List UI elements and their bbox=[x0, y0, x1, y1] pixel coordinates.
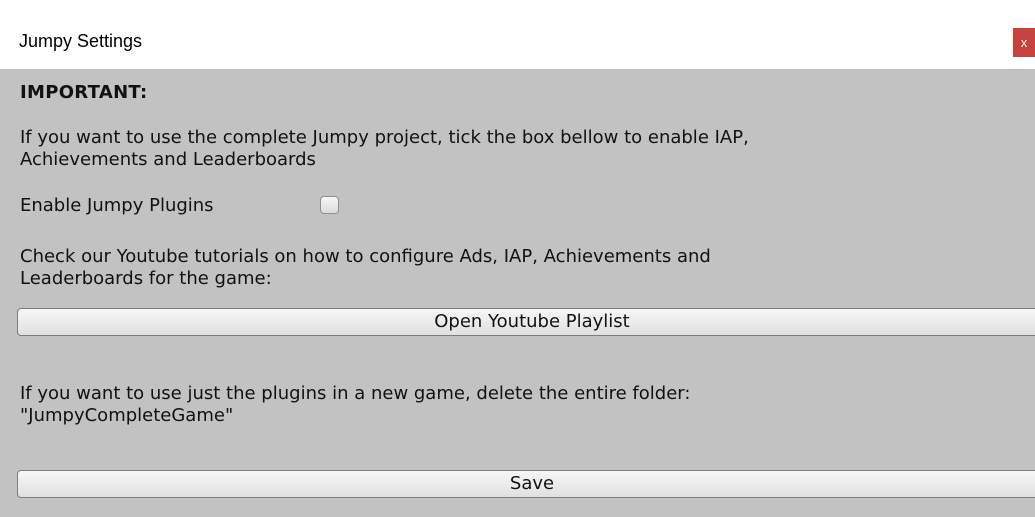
title-bar: Jumpy Settings x bbox=[0, 0, 1035, 69]
intro-text-line-1: If you want to use the complete Jumpy pr… bbox=[20, 127, 749, 148]
open-youtube-playlist-button[interactable]: Open Youtube Playlist bbox=[17, 308, 1035, 336]
close-button[interactable]: x bbox=[1013, 28, 1035, 57]
settings-panel: IMPORTANT: If you want to use the comple… bbox=[0, 69, 1035, 517]
tutorial-text-line-1: Check our Youtube tutorials on how to co… bbox=[20, 246, 711, 267]
save-button[interactable]: Save bbox=[17, 470, 1035, 498]
important-heading: IMPORTANT: bbox=[20, 82, 148, 103]
intro-text-line-2: Achievements and Leaderboards bbox=[20, 149, 316, 170]
window-title: Jumpy Settings bbox=[19, 31, 143, 51]
enable-plugins-checkbox[interactable] bbox=[320, 196, 339, 214]
settings-window: Jumpy Settings x IMPORTANT: If you want … bbox=[0, 0, 1035, 517]
delete-text-line-2: "JumpyCompleteGame" bbox=[20, 405, 234, 426]
delete-text-line-1: If you want to use just the plugins in a… bbox=[20, 383, 691, 404]
tutorial-text-line-2: Leaderboards for the game: bbox=[20, 268, 272, 289]
enable-plugins-label: Enable Jumpy Plugins bbox=[20, 195, 214, 216]
